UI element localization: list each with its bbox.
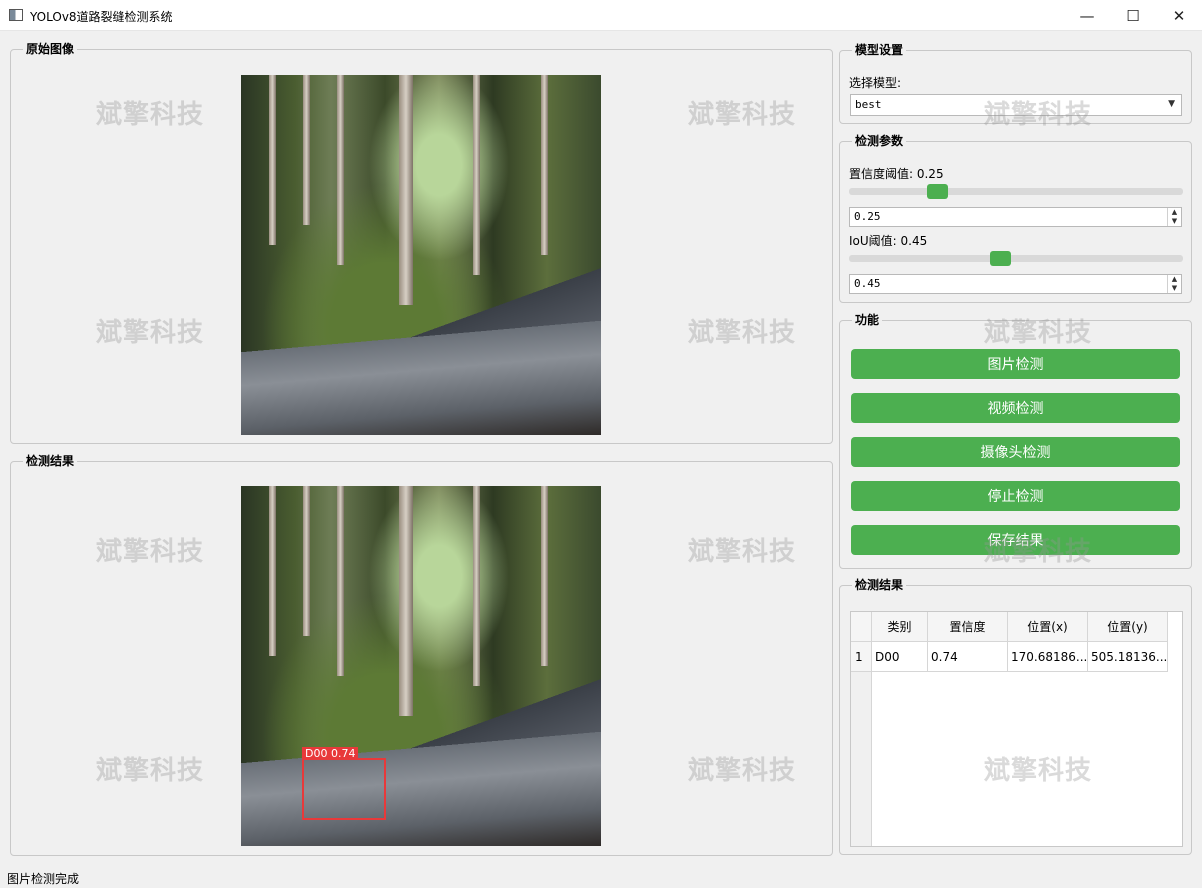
- original-image-title: 原始图像: [23, 41, 78, 57]
- iou-slider[interactable]: [849, 255, 1183, 262]
- results-table[interactable]: 类别 置信度 位置(x) 位置(y) 1 D00 0.74 170.68186.…: [850, 611, 1183, 847]
- spin-up-icon[interactable]: ▲: [1168, 275, 1181, 284]
- minimize-button[interactable]: —: [1064, 0, 1110, 31]
- results-table-title: 检测结果: [852, 577, 907, 593]
- original-image-group: 原始图像: [10, 41, 833, 444]
- iou-slider-handle[interactable]: [989, 251, 1011, 266]
- title-bar: YOLOv8道路裂缝检测系统 — ☐ ✕: [0, 0, 1202, 31]
- model-settings-title: 模型设置: [852, 42, 907, 58]
- confidence-slider[interactable]: [849, 188, 1183, 195]
- functions-title: 功能: [852, 312, 883, 328]
- table-cell[interactable]: D00: [872, 642, 928, 672]
- column-header-class[interactable]: 类别: [872, 612, 928, 642]
- spin-down-icon[interactable]: ▼: [1168, 217, 1181, 226]
- result-image-title: 检测结果: [23, 453, 78, 469]
- original-image: [241, 75, 601, 435]
- stop-detect-button[interactable]: 停止检测: [851, 481, 1180, 511]
- table-cell[interactable]: 0.74: [928, 642, 1008, 672]
- iou-label: IoU阈值: 0.45: [849, 234, 928, 248]
- model-select-value: best: [855, 98, 882, 111]
- confidence-value: 0.25: [854, 210, 881, 223]
- results-table-group: 检测结果 类别 置信度 位置(x) 位置(y) 1 D00 0.74 170.6…: [839, 577, 1192, 855]
- spin-buttons[interactable]: ▲ ▼: [1167, 208, 1181, 226]
- maximize-button[interactable]: ☐: [1110, 0, 1156, 31]
- spin-up-icon[interactable]: ▲: [1168, 208, 1181, 217]
- model-select[interactable]: best ▼: [850, 94, 1182, 116]
- iou-value: 0.45: [854, 277, 881, 290]
- row-header[interactable]: 1: [851, 642, 872, 672]
- status-bar: 图片检测完成: [0, 866, 1202, 888]
- window-title: YOLOv8道路裂缝检测系统: [30, 10, 173, 24]
- result-image-group: 检测结果 D00 0.74: [10, 453, 833, 856]
- confidence-slider-handle[interactable]: [927, 184, 949, 199]
- app-icon: [9, 9, 23, 21]
- image-detect-button[interactable]: 图片检测: [851, 349, 1180, 379]
- spin-buttons[interactable]: ▲ ▼: [1167, 275, 1181, 293]
- close-button[interactable]: ✕: [1156, 0, 1202, 31]
- camera-detect-button[interactable]: 摄像头检测: [851, 437, 1180, 467]
- table-cell[interactable]: 505.18136...: [1088, 642, 1168, 672]
- video-detect-button[interactable]: 视频检测: [851, 393, 1180, 423]
- table-cell[interactable]: 170.68186...: [1008, 642, 1088, 672]
- model-settings-group: 模型设置 选择模型: best ▼: [839, 42, 1192, 124]
- save-results-button[interactable]: 保存结果: [851, 525, 1180, 555]
- table-corner[interactable]: [851, 612, 872, 642]
- detection-params-group: 检测参数 置信度阈值: 0.25 0.25 ▲ ▼ IoU阈值: 0.45 0.…: [839, 133, 1192, 303]
- spin-down-icon[interactable]: ▼: [1168, 284, 1181, 293]
- confidence-label: 置信度阈值: 0.25: [849, 167, 944, 181]
- column-header-x[interactable]: 位置(x): [1008, 612, 1088, 642]
- detection-box: [302, 758, 386, 820]
- detection-params-title: 检测参数: [852, 133, 907, 149]
- status-text: 图片检测完成: [7, 872, 80, 886]
- column-header-y[interactable]: 位置(y): [1088, 612, 1168, 642]
- model-select-label: 选择模型:: [849, 76, 902, 90]
- iou-spinbox[interactable]: 0.45 ▲ ▼: [849, 274, 1182, 294]
- result-image: D00 0.74: [241, 486, 601, 846]
- confidence-spinbox[interactable]: 0.25 ▲ ▼: [849, 207, 1182, 227]
- column-header-confidence[interactable]: 置信度: [928, 612, 1008, 642]
- chevron-down-icon: ▼: [1168, 99, 1175, 109]
- functions-group: 功能 图片检测 视频检测 摄像头检测 停止检测 保存结果: [839, 312, 1192, 569]
